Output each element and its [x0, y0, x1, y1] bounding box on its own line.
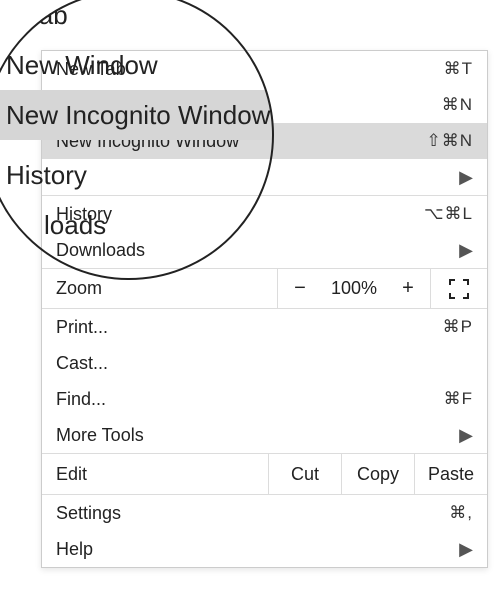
chevron-right-icon: ▶: [455, 167, 473, 188]
menu-shortcut: ⌘N: [403, 95, 473, 115]
magnifier-lens: v Tab New Window New Incognito Window Hi…: [0, 0, 274, 280]
chevron-right-icon: ▶: [455, 240, 473, 261]
menu-label: Edit: [42, 464, 268, 485]
magnified-row-highlighted: New Incognito Window: [0, 90, 274, 140]
menu-label: Find...: [56, 389, 403, 410]
menu-shortcut: ⌘F: [403, 389, 473, 409]
edit-paste-button[interactable]: Paste: [414, 454, 487, 494]
zoom-out-button[interactable]: −: [278, 277, 322, 300]
menu-shortcut: ⇧⌘N: [403, 131, 473, 151]
magnified-row: New Window: [0, 40, 274, 90]
magnified-row: v Tab: [0, 0, 274, 40]
magnified-row: History: [0, 150, 274, 200]
menu-item-cast[interactable]: Cast...: [42, 345, 487, 381]
edit-copy-button[interactable]: Copy: [341, 454, 414, 494]
chevron-right-icon: ▶: [455, 539, 473, 560]
magnified-row: loads: [0, 200, 274, 250]
menu-shortcut: ⌘T: [403, 59, 473, 79]
menu-shortcut: ⌘,: [403, 503, 473, 523]
menu-item-find[interactable]: Find... ⌘F: [42, 381, 487, 417]
zoom-value: 100%: [322, 278, 386, 299]
menu-label: Cast...: [56, 353, 473, 374]
menu-label: Help: [56, 539, 455, 560]
menu-shortcut: ⌘P: [403, 317, 473, 337]
menu-item-more-tools[interactable]: More Tools ▶: [42, 417, 487, 453]
edit-cut-button[interactable]: Cut: [268, 454, 341, 494]
menu-item-settings[interactable]: Settings ⌘,: [42, 495, 487, 531]
menu-item-edit: Edit Cut Copy Paste: [42, 453, 487, 495]
zoom-in-button[interactable]: +: [386, 277, 430, 300]
menu-item-print[interactable]: Print... ⌘P: [42, 309, 487, 345]
fullscreen-icon: [449, 279, 469, 299]
menu-label: Settings: [56, 503, 403, 524]
menu-item-help[interactable]: Help ▶: [42, 531, 487, 567]
menu-label: Zoom: [42, 278, 277, 299]
menu-label: Print...: [56, 317, 403, 338]
menu-shortcut: ⌥⌘L: [403, 204, 473, 224]
fullscreen-button[interactable]: [430, 269, 487, 308]
chevron-right-icon: ▶: [455, 425, 473, 446]
menu-label: More Tools: [56, 425, 455, 446]
